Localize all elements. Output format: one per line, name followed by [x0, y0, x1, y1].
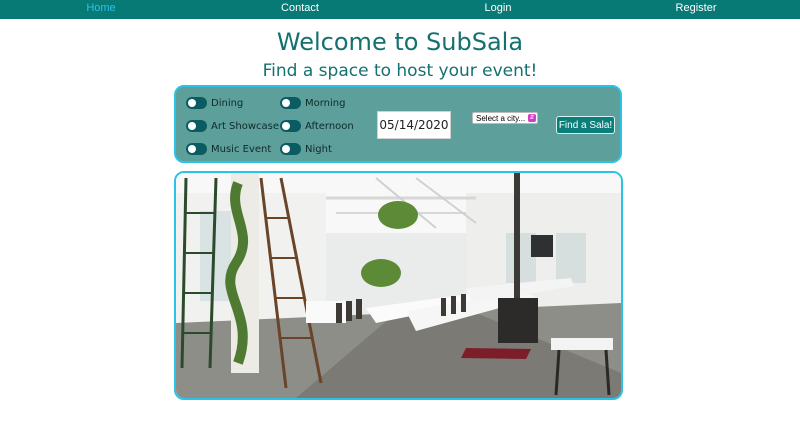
page-subtitle: Find a space to host your event! — [262, 61, 538, 81]
dining-label: Dining — [211, 97, 244, 109]
top-navbar: Home Contact Login Register — [0, 0, 800, 19]
filter-night[interactable]: Night — [280, 143, 332, 155]
dining-toggle[interactable] — [186, 97, 207, 109]
page-title: Welcome to SubSala — [276, 28, 524, 56]
city-select[interactable]: Select a city... ⇵ — [472, 112, 538, 124]
filter-afternoon[interactable]: Afternoon — [280, 120, 354, 132]
music-event-label: Music Event — [211, 143, 272, 155]
nav-register-link[interactable]: Register — [676, 2, 717, 14]
art-showcase-toggle[interactable] — [186, 120, 207, 132]
filter-music-event[interactable]: Music Event — [186, 143, 271, 155]
night-toggle[interactable] — [280, 143, 301, 155]
updown-arrow-icon: ⇵ — [528, 114, 536, 122]
nav-home-link[interactable]: Home — [86, 2, 115, 14]
music-event-toggle[interactable] — [186, 143, 207, 155]
date-input[interactable]: 05/14/2020 — [377, 111, 451, 139]
morning-label: Morning — [305, 97, 346, 109]
nav-login-link[interactable]: Login — [485, 2, 512, 14]
filter-dining[interactable]: Dining — [186, 97, 243, 109]
search-panel: Dining Art Showcase Music Event Morning … — [174, 85, 622, 163]
art-showcase-label: Art Showcase — [211, 120, 280, 132]
afternoon-toggle[interactable] — [280, 120, 301, 132]
venue-photo — [174, 171, 623, 400]
afternoon-label: Afternoon — [305, 120, 354, 132]
filter-morning[interactable]: Morning — [280, 97, 345, 109]
venue-illustration — [176, 173, 621, 398]
find-sala-button[interactable]: Find a Sala! — [556, 116, 615, 134]
night-label: Night — [305, 143, 332, 155]
city-select-label: Select a city... — [476, 113, 526, 123]
morning-toggle[interactable] — [280, 97, 301, 109]
nav-contact-link[interactable]: Contact — [281, 2, 319, 14]
filter-art-showcase[interactable]: Art Showcase — [186, 120, 279, 132]
